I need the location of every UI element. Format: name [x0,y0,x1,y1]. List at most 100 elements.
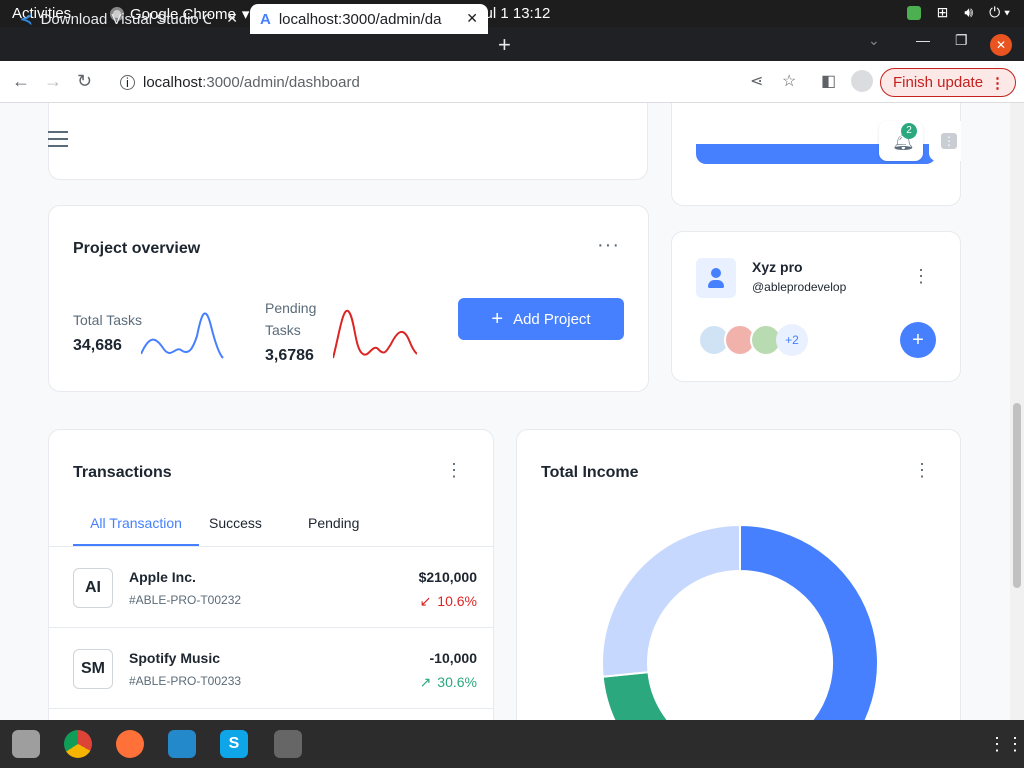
tab-title: localhost:3000/admin/da [278,10,442,28]
company-initials: AI [73,568,113,608]
more-vert-icon[interactable]: ⋮ [912,266,931,287]
tab-vscode[interactable]: ≺ Download Visual Studio C ✕ [10,4,248,34]
more-vert-icon: ⋮ [941,133,957,149]
notification-badge: 2 [901,123,917,139]
minimize-icon[interactable]: — [916,32,930,48]
tab-all-transaction[interactable]: All Transaction [73,500,199,546]
transaction-id: #ABLE-PRO-T00233 [129,674,242,688]
avatar-overflow-count: +2 [776,324,808,356]
card-title: Project overview [73,240,201,257]
transaction-amount: -10,000 [429,650,477,666]
more-vert-icon[interactable]: ⋮ [913,460,932,481]
donut-slice[interactable] [601,524,741,678]
site-info-icon[interactable]: i [120,74,135,90]
header-more-button[interactable]: ⋮ [929,121,961,161]
pending-tasks-label-2: Tasks [265,322,301,338]
partial-card-top-left [48,103,648,180]
profile-card: Xyz pro @ableprodevelop ⋮ +2 + [671,231,961,382]
url-host: localhost [143,73,203,91]
forward-icon[interactable]: → [44,71,62,92]
change-value: 10.6% [437,593,477,609]
close-tab-icon[interactable]: ✕ [466,10,478,27]
profile-handle: @ableprodevelop [752,280,847,294]
more-horiz-icon[interactable]: ··· [597,234,620,257]
table-row[interactable]: SM Spotify Music #ABLE-PRO-T00233 -10,00… [49,627,493,708]
more-vert-icon[interactable]: ⋮ [445,460,464,481]
pending-tasks-label-1: Pending [265,300,317,316]
volume-icon: 🔊︎ [964,4,974,20]
profile-name: Xyz pro [752,259,803,275]
arrow-up-right-icon: ↗ [419,674,432,690]
page-scrollbar[interactable] [1010,103,1024,720]
tab-success[interactable]: Success [209,500,262,546]
user-icon [711,268,721,278]
transactions-card: Transactions ⋮ All Transaction Success P… [48,429,494,720]
more-vert-icon: ⋮ [990,74,1005,92]
url-path: :3000/admin/dashboard [202,73,360,91]
show-apps-icon[interactable]: ⋮⋮⋮ [988,734,1024,755]
finish-update-button[interactable]: Finish update ⋮ [880,68,1016,97]
power-icon: ⏻ ▾ [989,4,1010,20]
chrome-dock-icon[interactable] [64,730,92,758]
user-avatar [696,258,736,298]
table-row[interactable]: AI Apple Inc. #ABLE-PRO-T00232 $210,000 … [49,546,493,627]
back-icon[interactable]: ← [12,71,30,92]
add-member-button[interactable]: + [900,322,936,358]
share-icon[interactable]: ⋖ [750,71,763,91]
transaction-tabs: All Transaction Success Pending [73,500,493,546]
vscode-icon[interactable] [168,730,196,758]
side-panel-icon[interactable]: ◧ [821,71,836,91]
add-project-button[interactable]: + Add Project [458,298,624,340]
dashboard-content: 🔔︎ 2 ⋮ Project overview ··· Total Tasks … [0,103,1010,720]
tab-dashboard[interactable]: A localhost:3000/admin/da ✕ [250,4,488,34]
reload-icon[interactable]: ↻ [77,71,92,92]
transaction-change: ↙ 10.6% [420,593,477,610]
address-toolbar: ← → ↻ i localhost :3000/admin/dashboard … [0,61,1024,103]
donut-slice[interactable] [739,524,879,720]
income-donut-chart [601,524,879,720]
url-bar[interactable]: i localhost :3000/admin/dashboard [108,67,808,97]
close-window-icon[interactable]: ✕ [990,34,1012,56]
plus-icon: + [912,329,924,351]
profile-icon[interactable] [851,70,873,92]
tab-search-icon[interactable]: ⌄ [868,32,880,49]
project-overview-card: Project overview ··· Total Tasks 34,686 … [48,205,649,392]
total-tasks-value: 34,686 [73,337,122,354]
vscode-tab-icon: ≺ [20,11,33,28]
pending-tasks-sparkline [333,309,417,359]
total-tasks-sparkline [141,312,224,359]
tab-pending[interactable]: Pending [308,500,359,546]
transaction-change: ↗ 30.6% [420,674,477,691]
pending-tasks-value: 3,6786 [265,347,314,364]
bookmark-star-icon[interactable]: ☆ [782,71,796,91]
transaction-id: #ABLE-PRO-T00232 [129,593,242,607]
network-icon: ⊞ [936,4,949,20]
close-tab-icon[interactable]: ✕ [226,10,238,27]
total-tasks-label: Total Tasks [73,312,142,328]
menu-icon[interactable] [48,131,68,147]
arrow-down-left-icon: ↙ [419,593,432,609]
new-tab-icon[interactable]: + [498,32,511,58]
transaction-name: Spotify Music [129,650,221,666]
company-initials: SM [73,649,113,689]
usb-drive-icon[interactable] [274,730,302,758]
files-icon[interactable] [12,730,40,758]
notification-button[interactable]: 🔔︎ 2 [879,121,923,161]
restore-icon[interactable]: ❐ [955,32,968,49]
ubuntu-dock [0,720,1024,768]
able-logo-icon: A [260,10,271,28]
clock[interactable]: Jul 1 13:12 [477,5,550,22]
plus-icon: + [491,307,504,330]
scrollbar-thumb[interactable] [1013,403,1021,588]
change-value: 30.6% [437,674,477,690]
tab-title: Download Visual Studio C [40,10,211,28]
avatar-group[interactable]: +2 [698,324,808,356]
donut-slice[interactable] [601,671,789,720]
skype-icon[interactable]: S [220,730,248,758]
update-icon [906,5,921,20]
table-row[interactable] [49,708,493,720]
transaction-amount: $210,000 [418,569,477,585]
card-title: Total Income [541,464,639,481]
firefox-icon[interactable] [116,730,144,758]
system-tray[interactable]: ⊞ 🔊︎ ⏻ ▾ [906,4,1010,21]
